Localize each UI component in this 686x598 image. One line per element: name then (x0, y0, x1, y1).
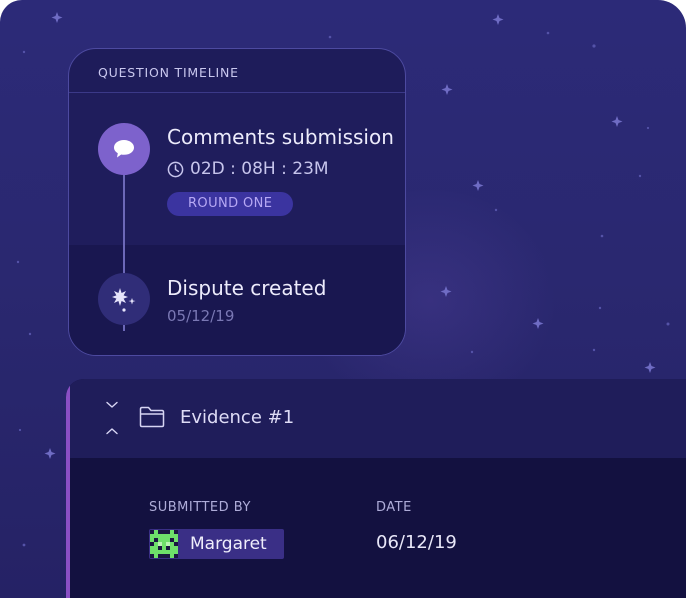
submitter-chip[interactable]: Margaret (149, 529, 284, 559)
event-title-dispute-created: Dispute created (167, 276, 327, 300)
chevron-down-icon (106, 401, 118, 408)
evidence-title: Evidence #1 (180, 407, 295, 428)
timeline-header: QUESTION TIMELINE (69, 49, 405, 93)
speech-bubble-icon (98, 123, 150, 175)
expand-collapse-button[interactable] (104, 401, 120, 435)
countdown-separator: : (230, 159, 236, 179)
submitter-name: Margaret (190, 534, 267, 554)
sparkle-icon (98, 273, 150, 325)
app-background: QUESTION TIMELINE Comments submission 02… (0, 0, 686, 598)
countdown-hours-unit: H (262, 159, 276, 179)
clock-icon (167, 161, 184, 177)
question-timeline-card: QUESTION TIMELINE Comments submission 02… (68, 48, 406, 356)
countdown-minutes-unit: M (313, 159, 329, 179)
evidence-header[interactable]: Evidence #1 (70, 379, 686, 458)
countdown-days-unit: D (211, 159, 225, 179)
countdown-text: 02D : 08H : 23M (190, 159, 329, 179)
folder-icon (139, 406, 165, 428)
countdown-separator: : (281, 159, 287, 179)
chevron-up-icon (106, 428, 118, 435)
avatar (150, 530, 178, 558)
countdown-minutes: 23 (292, 159, 314, 179)
evidence-date: 06/12/19 (376, 532, 457, 553)
date-label: DATE (376, 500, 412, 515)
countdown-hours: 08 (241, 159, 263, 179)
round-badge: ROUND ONE (167, 192, 294, 216)
event-title-comments-submission: Comments submission (167, 125, 394, 149)
submitted-by-label: SUBMITTED BY (149, 500, 251, 515)
event-date: 05/12/19 (167, 307, 235, 325)
countdown-days: 02 (190, 159, 212, 179)
evidence-panel: Evidence #1 SUBMITTED BY DATE Margaret 0… (66, 379, 686, 598)
countdown-timer: 02D : 08H : 23M (167, 157, 329, 181)
